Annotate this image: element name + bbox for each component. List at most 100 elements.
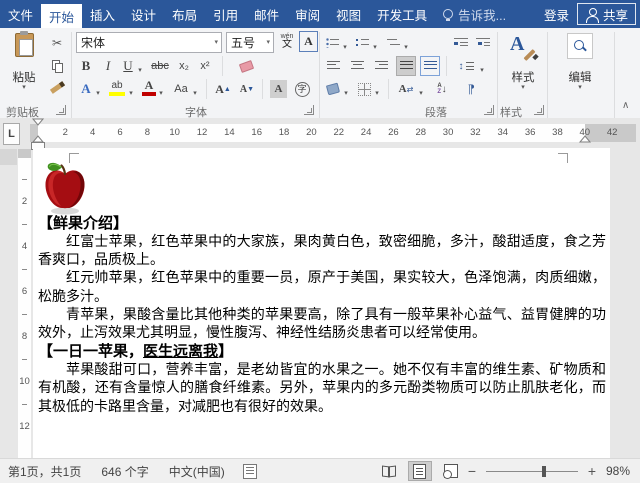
bullets-button[interactable] bbox=[325, 34, 340, 52]
read-mode-button[interactable] bbox=[378, 462, 400, 480]
line-spacing-dropdown-arrow[interactable]: ▾ bbox=[478, 61, 486, 79]
first-line-indent-marker[interactable] bbox=[32, 118, 44, 126]
tab-file[interactable]: 文件 bbox=[0, 0, 41, 28]
underline-dropdown-arrow[interactable]: ▾ bbox=[136, 61, 144, 79]
font-size-dropdown-arrow[interactable]: ▾ bbox=[263, 39, 273, 46]
asian-layout-button[interactable]: A ⇄ bbox=[396, 80, 416, 98]
right-indent-marker[interactable] bbox=[579, 135, 591, 143]
align-right-button[interactable] bbox=[373, 57, 390, 75]
word-count-indicator[interactable]: 646 个字 bbox=[91, 463, 158, 480]
grow-font-button[interactable]: A▲ bbox=[214, 80, 232, 98]
phonetic-guide-button[interactable]: wén 文 bbox=[277, 30, 297, 52]
format-painter-button[interactable] bbox=[48, 78, 66, 96]
font-color-button[interactable]: A bbox=[141, 79, 157, 96]
multilevel-list-dropdown-arrow[interactable]: ▾ bbox=[402, 38, 410, 56]
tab-home[interactable]: 开始 bbox=[41, 4, 82, 28]
font-size-combo[interactable]: 五号 ▾ bbox=[226, 32, 274, 53]
tab-insert[interactable]: 插入 bbox=[82, 0, 123, 28]
styles-dialog-launcher[interactable] bbox=[534, 105, 544, 115]
shading-dropdown-arrow[interactable]: ▾ bbox=[342, 84, 350, 102]
decrease-indent-button[interactable] bbox=[452, 34, 470, 52]
editing-dropdown-arrow[interactable]: ▾ bbox=[558, 84, 602, 91]
subscript-button[interactable]: x₂ bbox=[175, 57, 193, 75]
styles-dropdown-arrow[interactable]: ▾ bbox=[501, 84, 545, 91]
sign-in-button[interactable]: 登录 bbox=[536, 0, 577, 28]
paste-button[interactable]: 粘贴 ▾ bbox=[3, 31, 45, 99]
editing-button[interactable]: 编辑 ▾ bbox=[558, 31, 602, 99]
tell-me-box[interactable]: 告诉我... bbox=[435, 0, 514, 28]
borders-button[interactable] bbox=[356, 80, 372, 98]
share-button[interactable]: 共享 bbox=[577, 3, 636, 25]
print-layout-button[interactable] bbox=[408, 461, 432, 481]
zoom-out-button[interactable]: − bbox=[466, 463, 478, 479]
increase-indent-button[interactable] bbox=[474, 34, 492, 52]
sort-button[interactable]: AZ ↓ bbox=[432, 80, 452, 98]
language-indicator[interactable]: 中文(中国) bbox=[159, 463, 235, 480]
clear-formatting-button[interactable] bbox=[236, 57, 256, 75]
superscript-button[interactable]: x² bbox=[196, 57, 214, 75]
zoom-in-button[interactable]: + bbox=[586, 463, 598, 479]
distribute-button[interactable] bbox=[420, 56, 440, 76]
change-case-dropdown-arrow[interactable]: ▾ bbox=[191, 84, 199, 102]
underline-button[interactable]: U bbox=[120, 57, 136, 75]
enclose-characters-button[interactable]: 字 bbox=[293, 80, 311, 98]
highlight-dropdown-arrow[interactable]: ▾ bbox=[127, 84, 135, 102]
show-hide-marks-button[interactable]: ¶ bbox=[462, 80, 480, 98]
font-name-combo[interactable]: 宋体 ▾ bbox=[76, 32, 222, 53]
numbering-dropdown-arrow[interactable]: ▾ bbox=[371, 38, 379, 56]
highlight-button[interactable]: ab bbox=[108, 79, 126, 96]
text-effects-button[interactable]: A bbox=[78, 80, 94, 98]
font-dialog-launcher[interactable] bbox=[304, 105, 314, 115]
change-case-button[interactable]: Aa bbox=[171, 80, 191, 98]
italic-button[interactable]: I bbox=[100, 57, 116, 75]
numbering-button[interactable] bbox=[355, 34, 370, 52]
asian-layout-dropdown-arrow[interactable]: ▾ bbox=[417, 84, 425, 102]
font-color-dropdown-arrow[interactable]: ▾ bbox=[157, 84, 165, 102]
doc-paragraph-delicious[interactable]: 红元帅苹果，红色苹果中的重要一员，原产于美国，果实较大，色泽饱满，肉质细嫩，松脆… bbox=[38, 269, 606, 305]
paste-dropdown-arrow[interactable]: ▾ bbox=[3, 84, 45, 91]
align-left-button[interactable] bbox=[325, 57, 342, 75]
tab-design[interactable]: 设计 bbox=[123, 0, 164, 28]
justify-button[interactable] bbox=[396, 56, 416, 76]
horizontal-ruler[interactable]: 24681012141618202224262830323436384042 bbox=[30, 124, 636, 142]
vertical-ruler[interactable]: 24681012 bbox=[18, 149, 31, 458]
text-effects-dropdown-arrow[interactable]: ▾ bbox=[94, 84, 102, 102]
paragraph-dialog-launcher[interactable] bbox=[484, 105, 494, 115]
doc-heading-apple-a-day[interactable]: 【一日一苹果，医生远离我】 bbox=[38, 342, 606, 361]
page-number-indicator[interactable]: 第1页，共1页 bbox=[0, 463, 91, 480]
tab-review[interactable]: 审阅 bbox=[287, 0, 328, 28]
document-page[interactable]: 【鲜果介绍】 红富士苹果，红色苹果中的大家族，果肉黄白色，致密细脆，多汁，酸甜适… bbox=[33, 148, 610, 458]
multilevel-list-button[interactable] bbox=[386, 34, 401, 52]
doc-paragraph-nutrition[interactable]: 苹果酸甜可口，营养丰富，是老幼皆宜的水果之一。她不仅有丰富的维生素、矿物质和有机… bbox=[38, 361, 606, 416]
align-center-button[interactable] bbox=[349, 57, 366, 75]
character-shading-button[interactable]: A bbox=[270, 80, 287, 98]
font-name-dropdown-arrow[interactable]: ▾ bbox=[211, 39, 221, 46]
styles-button[interactable]: A 样式 ▾ bbox=[501, 31, 545, 99]
tab-mailings[interactable]: 邮件 bbox=[246, 0, 287, 28]
tab-view[interactable]: 视图 bbox=[328, 0, 369, 28]
zoom-slider[interactable] bbox=[486, 471, 578, 472]
web-layout-button[interactable] bbox=[440, 462, 462, 480]
borders-dropdown-arrow[interactable]: ▾ bbox=[373, 84, 381, 102]
tab-stop-selector[interactable]: L bbox=[3, 123, 20, 145]
collapse-ribbon-button[interactable]: ∧ bbox=[622, 100, 629, 111]
doc-paragraph-fuji[interactable]: 红富士苹果，红色苹果中的大家族，果肉黄白色，致密细脆，多汁，酸甜适度，食之芳香爽… bbox=[38, 233, 606, 269]
zoom-level[interactable]: 98% bbox=[598, 464, 640, 478]
shading-button[interactable] bbox=[325, 80, 341, 98]
doc-paragraph-green-apple[interactable]: 青苹果，果酸含量比其他种类的苹果要高，除了具有一般苹果补心益气、益胃健脾的功效外… bbox=[38, 306, 606, 342]
bullets-dropdown-arrow[interactable]: ▾ bbox=[341, 38, 349, 56]
doc-heading-fruit-intro[interactable]: 【鲜果介绍】 bbox=[38, 214, 606, 233]
cut-button[interactable]: ✂ bbox=[48, 34, 66, 52]
copy-button[interactable] bbox=[48, 56, 66, 74]
zoom-slider-thumb[interactable] bbox=[542, 466, 546, 477]
strikethrough-button[interactable]: abc bbox=[148, 57, 172, 75]
proofing-status-icon[interactable] bbox=[243, 464, 257, 479]
clipboard-dialog-launcher[interactable] bbox=[56, 105, 66, 115]
tab-references[interactable]: 引用 bbox=[205, 0, 246, 28]
line-spacing-button[interactable]: ↕ bbox=[456, 57, 476, 75]
bold-button[interactable]: B bbox=[78, 57, 94, 75]
shrink-font-button[interactable]: A▼ bbox=[238, 80, 256, 98]
character-border-button[interactable]: A bbox=[299, 31, 318, 52]
apple-image[interactable] bbox=[42, 162, 88, 216]
tab-developer[interactable]: 开发工具 bbox=[369, 0, 435, 28]
